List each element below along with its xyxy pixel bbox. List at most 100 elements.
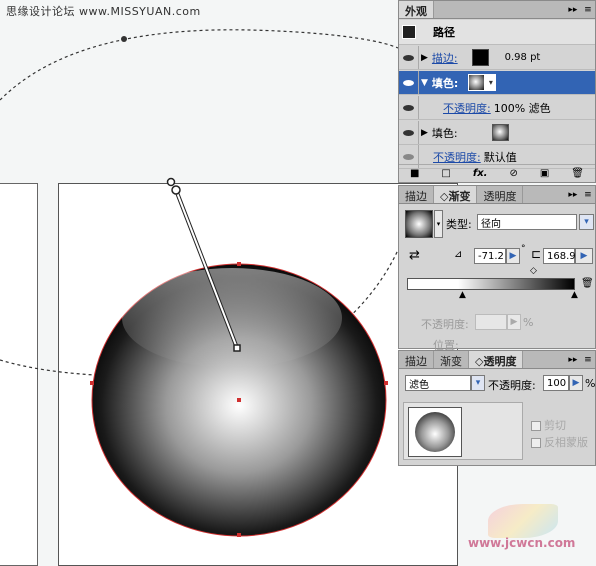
appearance-header: 路径 (433, 26, 455, 39)
anchor-point-left (90, 381, 94, 385)
gradient-preview-swatch[interactable] (405, 210, 433, 238)
visibility-eye-icon[interactable] (399, 71, 419, 94)
transparency-panel: 描边 渐变 ◇透明度 ▸▸ ≡ 滤色 ▾ 不透明度: 100 ▶ % 剪切 反相蒙… (398, 350, 596, 466)
watermark-logo: www.jcwcn.com (468, 500, 588, 560)
stop-opacity-label: 不透明度: (421, 318, 469, 331)
aspect-ratio-icon: ⊏ (531, 247, 542, 261)
appearance-tabbar: 外观 ▸▸ ≡ (399, 1, 595, 19)
stop-opacity-input[interactable] (475, 314, 507, 330)
appearance-header-row: 路径 (399, 20, 595, 45)
fill-label[interactable]: 填色: (432, 125, 458, 141)
opacity-link[interactable]: 不透明度: (443, 100, 491, 116)
trash-icon[interactable]: 🗑 (571, 168, 584, 179)
tab-transparency[interactable]: 透明度 (477, 186, 524, 203)
stop-opacity-spinner[interactable]: ▶ (507, 314, 521, 330)
center-point (237, 398, 241, 402)
stroke-row[interactable]: ▶ 描边: 0.98 pt (399, 46, 595, 70)
fill-row[interactable]: ▶ 填色: (399, 121, 595, 145)
panel-menu-button[interactable]: ▸▸ ≡ (565, 186, 595, 203)
stroke-weight: 0.98 pt (504, 52, 541, 63)
tab-stroke[interactable]: 描边 (399, 351, 434, 368)
transparency-opacity-spinner[interactable]: ▶ (569, 375, 583, 391)
blend-mode-select[interactable]: 滤色 (405, 375, 471, 391)
tab-appearance[interactable]: 外观 (399, 1, 434, 18)
tab-gradient[interactable]: 渐变 (434, 351, 469, 368)
gradient-stop-white[interactable]: ▲ (459, 290, 466, 300)
anchor-point-bottom (237, 533, 241, 537)
visibility-eye-icon[interactable] (399, 96, 419, 119)
transparency-percent: % (585, 377, 596, 390)
clip-checkbox[interactable]: 剪切 (531, 417, 566, 433)
gradient-type-select[interactable]: 径向 (477, 214, 577, 230)
gradient-tabbar: 描边 ◇渐变 透明度 ▸▸ ≡ (399, 186, 595, 204)
tab-gradient[interactable]: ◇渐变 (434, 186, 478, 203)
visibility-eye-icon[interactable] (399, 46, 419, 69)
angle-value: -71.2 (478, 250, 504, 262)
gradient-ellipse-top (0, 29, 399, 101)
anchor-point-top (237, 262, 241, 266)
path-thumbnail (399, 20, 419, 44)
gradient-slider[interactable] (407, 278, 575, 290)
appearance-panel: 外观 ▸▸ ≡ 路径 ▶ 描边: 0.98 pt ▼ 填色: ▾ 不透明度: 10… (398, 0, 596, 183)
stroke-label[interactable]: 描边: (432, 50, 458, 66)
degree-symbol: ° (521, 244, 526, 254)
watermark-bottom-text: www.jcwcn.com (468, 536, 576, 550)
anchor-point-right (384, 381, 388, 385)
stroke-swatch[interactable] (471, 49, 489, 66)
fill-gradient-swatch[interactable] (468, 74, 486, 91)
aspect-spinner[interactable]: ▶ (575, 248, 593, 264)
chevron-down-icon[interactable]: ▾ (579, 214, 594, 230)
gradient-type-label: 类型: (446, 218, 472, 231)
transparency-opacity-value: 100 (547, 377, 567, 389)
opacity-default-value: 默认值 (483, 150, 517, 164)
visibility-eye-icon[interactable] (399, 121, 419, 144)
expand-arrow-icon[interactable]: ▶ (421, 128, 428, 138)
invert-mask-checkbox[interactable]: 反相蒙版 (531, 434, 588, 450)
gradient-annotator-end (233, 344, 241, 352)
fill-swatch[interactable] (491, 124, 509, 141)
angle-icon: ⊿ (454, 249, 463, 260)
clear-appearance-icon[interactable]: ⊘ (509, 168, 517, 179)
opacity-link-default[interactable]: 不透明度: (433, 149, 481, 165)
tab-transparency[interactable]: ◇透明度 (469, 351, 524, 368)
gradient-panel: 描边 ◇渐变 透明度 ▸▸ ≡ ▾ 类型: 径向 ▾ ⇄ ⊿ -71.2 ▶ ° … (398, 185, 596, 352)
reverse-gradient-icon[interactable]: ⇄ (409, 248, 420, 263)
gradient-ellipse-handle (121, 36, 127, 42)
chevron-down-icon[interactable]: ▾ (485, 74, 497, 91)
angle-spinner[interactable]: ▶ (506, 248, 520, 264)
chevron-down-icon[interactable]: ▾ (471, 375, 485, 391)
fill-row-selected[interactable]: ▼ 填色: ▾ (399, 71, 595, 95)
expand-arrow-icon[interactable]: ▶ (421, 53, 428, 63)
aspect-ratio-input[interactable]: 168.98 (543, 248, 582, 264)
opacity-value: 100% 滤色 (493, 101, 551, 115)
effects-icon[interactable]: fx. (473, 168, 488, 179)
stop-opacity-percent: % (523, 316, 534, 329)
gradient-stop-black[interactable]: ▲ (571, 290, 578, 300)
fill-label-selected[interactable]: 填色: (432, 75, 458, 91)
collapse-arrow-icon[interactable]: ▼ (421, 78, 428, 88)
duplicate-item-icon[interactable]: ▣ (540, 168, 549, 179)
invert-mask-label: 反相蒙版 (544, 436, 588, 449)
panel-menu-button[interactable]: ▸▸ ≡ (565, 1, 595, 18)
panel-menu-button[interactable]: ▸▸ ≡ (565, 351, 595, 368)
mask-area (403, 402, 523, 460)
chevron-down-icon[interactable]: ▾ (434, 210, 443, 238)
angle-input[interactable]: -71.2 (474, 248, 506, 264)
gradient-annotator-origin (171, 185, 181, 195)
gradient-midpoint-icon[interactable]: ◇ (530, 266, 537, 276)
add-stroke-icon[interactable]: ■ (410, 168, 419, 179)
transparency-opacity-input[interactable]: 100 (543, 375, 569, 391)
trash-icon[interactable]: 🗑 (581, 278, 594, 289)
tab-stroke[interactable]: 描边 (399, 186, 434, 203)
transparency-opacity-label: 不透明度: (488, 379, 536, 392)
object-thumbnail[interactable] (408, 407, 462, 457)
appearance-button-bar: ■ □ fx. ⊘ ▣ 🗑 (399, 164, 595, 182)
opacity-row-screen[interactable]: 不透明度: 100% 滤色 (399, 96, 595, 120)
transparency-tabbar: 描边 渐变 ◇透明度 ▸▸ ≡ (399, 351, 595, 369)
add-fill-icon[interactable]: □ (441, 168, 450, 179)
gradient-type-value: 径向 (481, 218, 501, 230)
clip-label: 剪切 (544, 419, 566, 432)
blend-mode-value: 滤色 (409, 379, 429, 391)
sphere-highlight (122, 268, 342, 368)
gradient-annotator-ring (166, 177, 176, 187)
